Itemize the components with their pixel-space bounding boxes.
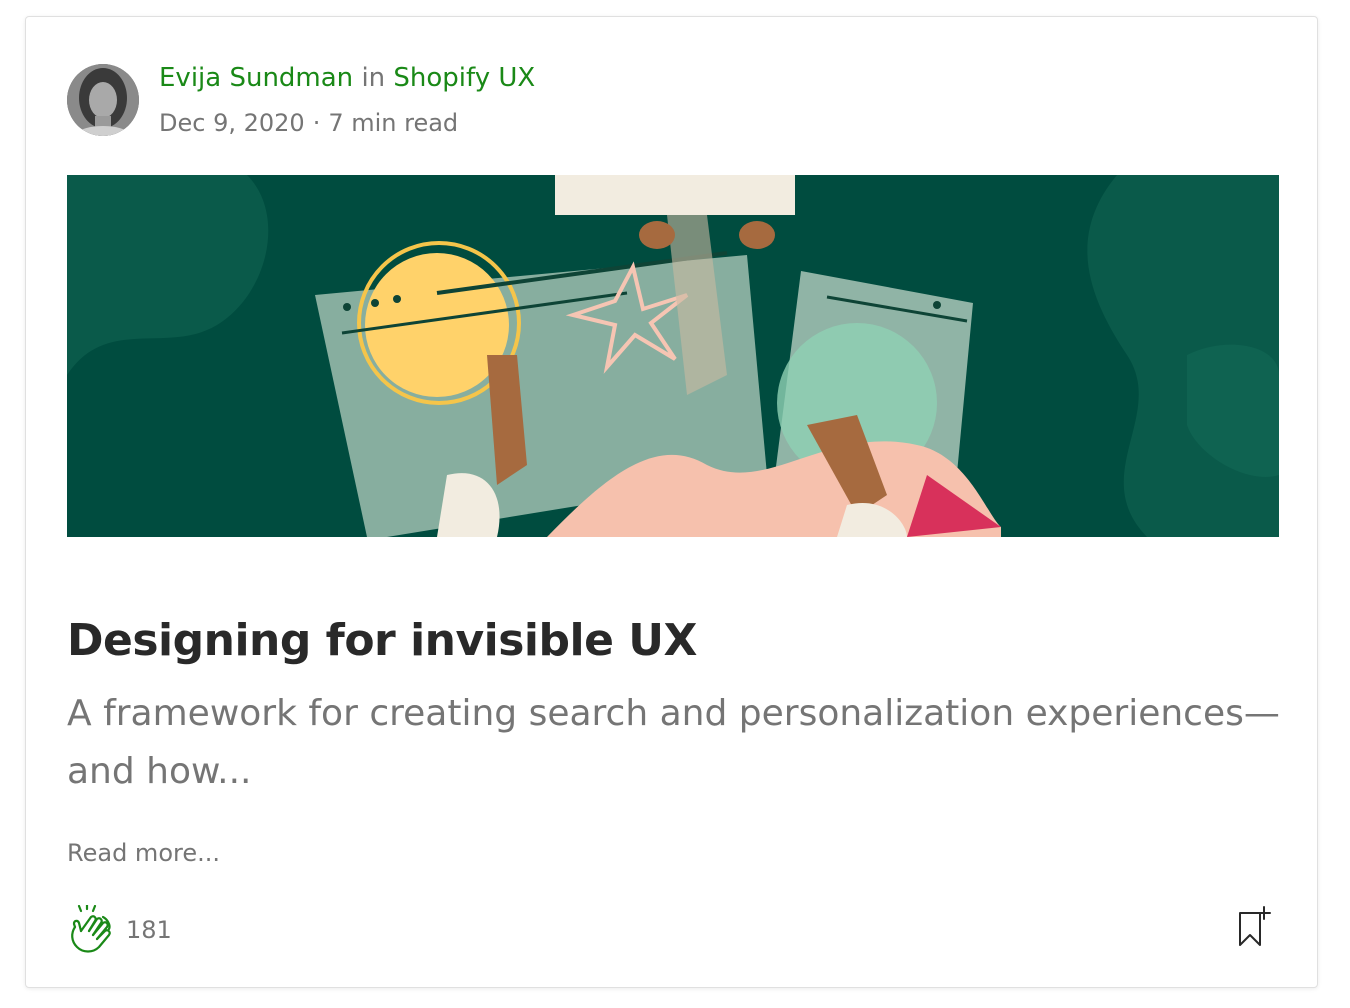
post-title[interactable]: Designing for invisible UX xyxy=(67,615,697,666)
post-card: Evija Sundman in Shopify UX Dec 9, 2020 ·… xyxy=(25,16,1318,988)
read-time: 7 min read xyxy=(328,109,459,137)
hero-image[interactable] xyxy=(67,175,1279,537)
post-subtitle[interactable]: A framework for creating search and pers… xyxy=(67,685,1282,801)
hero-illustration xyxy=(67,175,1279,537)
publication-link[interactable]: Shopify UX xyxy=(393,63,535,93)
in-label: in xyxy=(361,63,386,93)
author-name-link[interactable]: Evija Sundman xyxy=(159,63,353,93)
clap-count: 181 xyxy=(126,916,172,944)
byline: Evija Sundman in Shopify UX xyxy=(159,63,535,93)
post-date[interactable]: Dec 9, 2020 xyxy=(159,109,305,137)
author-avatar[interactable] xyxy=(67,64,139,136)
read-more-link[interactable]: Read more... xyxy=(67,839,220,867)
bookmark-button[interactable] xyxy=(1234,905,1274,949)
clap-icon xyxy=(71,902,111,953)
clap-button[interactable] xyxy=(67,902,115,957)
bookmark-add-icon xyxy=(1239,906,1271,946)
meta-separator: · xyxy=(312,109,321,137)
avatar-image xyxy=(67,64,139,136)
post-meta: Dec 9, 2020 · 7 min read xyxy=(159,109,458,137)
